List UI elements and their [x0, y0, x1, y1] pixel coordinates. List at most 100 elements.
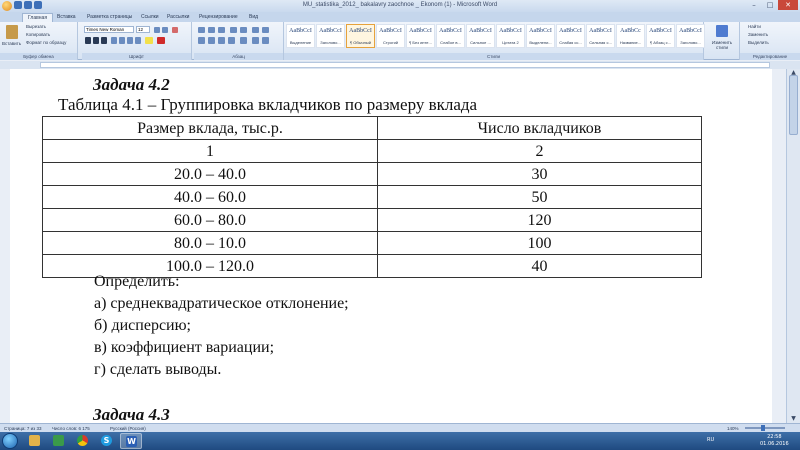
justify-icon[interactable] [228, 37, 235, 44]
style-gallery-item[interactable]: AaBbCcI ¶ Обычный [346, 24, 375, 48]
format-painter-button[interactable]: Формат по образцу [26, 40, 66, 45]
horizontal-ruler[interactable] [0, 61, 800, 69]
taskbar-word[interactable]: W [120, 433, 142, 449]
subscript-icon[interactable] [119, 37, 125, 44]
align-left-icon[interactable] [198, 37, 205, 44]
tab-insert[interactable]: Вставка [52, 13, 81, 22]
align-right-icon[interactable] [218, 37, 225, 44]
tab-review[interactable]: Рецензирование [194, 13, 243, 22]
replace-button[interactable]: Заменить [748, 32, 768, 37]
select-button[interactable]: Выделить [748, 40, 769, 45]
style-gallery-item[interactable]: AaBbCcI Выделение [286, 24, 315, 48]
tray-language[interactable]: RU [707, 437, 714, 443]
style-gallery-item[interactable]: AaBbCcI Заголово... [316, 24, 345, 48]
table-cell: 20.0 – 40.0 [42, 162, 378, 186]
style-gallery-item[interactable]: AaBbCcI Сильное ... [466, 24, 495, 48]
ruler-strip [40, 62, 770, 68]
clear-format-icon[interactable] [172, 27, 178, 33]
zoom-level[interactable]: 140% [727, 426, 739, 431]
tab-view[interactable]: Вид [244, 13, 263, 22]
style-gallery-item[interactable]: AaBbCcI ¶ Без инте... [406, 24, 435, 48]
style-sample: AaBbCcI [499, 28, 522, 34]
table-cell: 100 [377, 231, 702, 255]
font-size-select[interactable]: 12 [136, 26, 150, 33]
table-cell: 40 [377, 254, 702, 278]
cut-button[interactable]: Вырезать [26, 24, 46, 29]
font-color-icon[interactable] [157, 37, 165, 44]
italic-icon[interactable] [93, 37, 99, 44]
font-name-select[interactable]: Times New Roman [84, 26, 134, 33]
change-styles-button[interactable]: Изменить стили [706, 40, 738, 50]
shading-icon[interactable] [252, 37, 259, 44]
tray-clock[interactable]: 22:58 01.06.2016 [760, 434, 789, 448]
taskbar-chrome[interactable] [72, 433, 94, 449]
style-sample: AaBbCc [620, 28, 641, 34]
scroll-down-icon[interactable]: ▼ [789, 415, 798, 423]
pilcrow-icon[interactable] [262, 27, 269, 33]
zoom-slider[interactable] [745, 425, 785, 431]
paragraph-group-label: Абзац [194, 53, 283, 60]
change-case-icon[interactable] [135, 37, 141, 44]
underline-icon[interactable] [101, 37, 107, 44]
paragraph-group: Абзац [194, 22, 284, 60]
borders-icon[interactable] [262, 37, 269, 44]
strikethrough-icon[interactable] [111, 37, 117, 44]
bold-icon[interactable] [85, 37, 91, 44]
increase-indent-icon[interactable] [240, 27, 247, 33]
page-count[interactable]: Страница: 7 из 33 [4, 426, 41, 431]
minimize-button[interactable]: – [746, 0, 762, 10]
tab-references[interactable]: Ссылки [136, 13, 164, 22]
tab-mailings[interactable]: Рассылки [162, 13, 194, 22]
change-styles-icon[interactable] [716, 25, 728, 37]
multilevel-list-icon[interactable] [218, 27, 225, 33]
highlight-icon[interactable] [145, 37, 153, 44]
taskbar-media[interactable] [48, 433, 70, 449]
style-name: Строгий [382, 40, 399, 45]
grow-font-icon[interactable] [154, 27, 160, 33]
style-name: Заголово... [680, 40, 701, 45]
deposit-table: Размер вклада, тыс.р. Число вкладчиков 1… [42, 116, 702, 278]
decrease-indent-icon[interactable] [230, 27, 237, 33]
style-gallery-item[interactable]: AaBbCcI ¶ Абзац с... [646, 24, 675, 48]
zoom-slider-knob[interactable] [761, 425, 765, 431]
style-gallery-item[interactable]: AaBbCcI Заголово... [676, 24, 705, 48]
style-sample: AaBbCcI [649, 28, 672, 34]
language-indicator[interactable]: Русский (Россия) [110, 426, 146, 431]
start-button[interactable] [2, 433, 18, 449]
paste-button[interactable]: Вставить [2, 41, 21, 46]
style-gallery-item[interactable]: AaBbCcI Сильная с... [586, 24, 615, 48]
find-button[interactable]: Найти [748, 24, 761, 29]
style-name: ¶ Обычный [350, 40, 371, 45]
paste-icon[interactable] [6, 25, 18, 39]
numbering-icon[interactable] [208, 27, 215, 33]
style-gallery-item[interactable]: AaBbCc Название... [616, 24, 645, 48]
word-icon: W [126, 436, 137, 447]
ribbon-tabs: Главная Вставка Разметка страницы Ссылки… [0, 12, 800, 22]
style-gallery-item[interactable]: AaBbCcI Выделени... [526, 24, 555, 48]
table-caption: Таблица 4.1 – Группировка вкладчиков по … [58, 95, 478, 114]
clipboard-group-label: Буфер обмена [0, 53, 77, 60]
taskbar-skype[interactable]: S [96, 433, 118, 449]
bullets-icon[interactable] [198, 27, 205, 33]
sort-icon[interactable] [252, 27, 259, 33]
align-center-icon[interactable] [208, 37, 215, 44]
word-count[interactable]: Число слов: 6 175 [52, 426, 90, 431]
tab-page-layout[interactable]: Разметка страницы [82, 13, 137, 22]
document-page[interactable]: Задача 4.2 Таблица 4.1 – Группировка вкл… [10, 69, 772, 423]
editing-group-label: Редактирование [740, 53, 800, 60]
maximize-button[interactable]: □ [762, 0, 778, 10]
taskbar-explorer[interactable] [24, 433, 46, 449]
vertical-scrollbar[interactable]: ▲ ▼ [786, 69, 800, 423]
scroll-thumb[interactable] [789, 75, 798, 135]
style-gallery-item[interactable]: AaBbCcI Цитата 2 [496, 24, 525, 48]
close-button[interactable]: ✕ [778, 0, 798, 10]
copy-button[interactable]: Копировать [26, 32, 50, 37]
style-gallery-item[interactable]: AaBbCcI Слабое в... [436, 24, 465, 48]
style-gallery-item[interactable]: AaBbCcI Строгий [376, 24, 405, 48]
tab-home[interactable]: Главная [22, 13, 54, 22]
table-row: 40.0 – 60.0 50 [42, 185, 702, 209]
superscript-icon[interactable] [127, 37, 133, 44]
line-spacing-icon[interactable] [240, 37, 247, 44]
shrink-font-icon[interactable] [162, 27, 168, 33]
style-gallery-item[interactable]: AaBbCcI Слабая сс... [556, 24, 585, 48]
